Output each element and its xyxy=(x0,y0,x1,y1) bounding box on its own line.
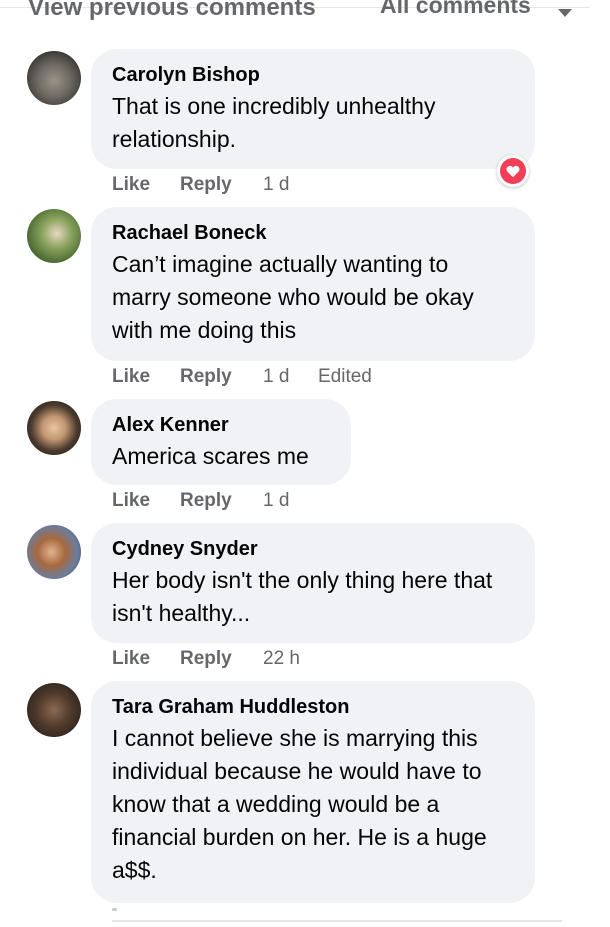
comment-text: That is one incredibly unhealthy relatio… xyxy=(112,93,436,152)
reply-button[interactable]: Reply xyxy=(180,366,232,388)
comment-text: Her body isn't the only thing here that … xyxy=(112,567,493,626)
comment-timestamp[interactable]: 1 d xyxy=(263,174,289,196)
comment-author[interactable]: Cydney Snyder xyxy=(112,537,514,561)
comment-timestamp[interactable]: 22 h xyxy=(263,648,300,670)
comment-filter-dropdown[interactable]: All comments xyxy=(380,0,531,19)
comments-header: View previous comments All comments xyxy=(0,0,610,30)
like-button[interactable]: Like xyxy=(112,174,150,196)
avatar-tara-graham-huddleston[interactable] xyxy=(27,683,81,737)
comment-text: I cannot believe she is marrying this in… xyxy=(112,725,487,883)
like-button[interactable]: Like xyxy=(112,648,150,670)
comment-bubble: Tara Graham Huddleston I cannot believe … xyxy=(91,681,535,903)
comment-bubble: Cydney Snyder Her body isn't the only th… xyxy=(91,523,535,643)
view-previous-comments-link[interactable]: View previous comments xyxy=(28,0,316,22)
avatar-rachael-boneck[interactable] xyxy=(27,209,81,263)
comment-text: America scares me xyxy=(112,443,309,469)
avatar-cydney-snyder[interactable] xyxy=(27,525,81,579)
comment-bubble: Alex Kenner America scares me xyxy=(91,399,351,485)
comment-timestamp[interactable]: 1 d xyxy=(263,490,289,512)
comment-bubble: Carolyn Bishop That is one incredibly un… xyxy=(91,49,535,169)
edited-label[interactable]: Edited xyxy=(318,366,372,388)
comment-author[interactable]: Rachael Boneck xyxy=(112,221,514,245)
like-button[interactable]: Like xyxy=(112,366,150,388)
comment-text: Can’t imagine actually wanting to marry … xyxy=(112,251,474,343)
like-button[interactable]: Like xyxy=(112,490,150,512)
avatar-carolyn-bishop[interactable] xyxy=(27,51,81,105)
reply-button[interactable]: Reply xyxy=(180,490,232,512)
reply-button[interactable]: Reply xyxy=(180,648,232,670)
comment-bubble: Rachael Boneck Can’t imagine actually wa… xyxy=(91,207,535,361)
caret-down-icon[interactable] xyxy=(558,9,572,17)
comment-timestamp[interactable]: 1 d xyxy=(263,366,289,388)
heart-icon xyxy=(500,158,526,184)
bottom-divider xyxy=(112,920,562,922)
reaction-badge[interactable] xyxy=(497,155,529,187)
comment-author[interactable]: Carolyn Bishop xyxy=(112,63,514,87)
reply-button[interactable]: Reply xyxy=(180,174,232,196)
avatar-alex-kenner[interactable] xyxy=(27,401,81,455)
comment-author[interactable]: Alex Kenner xyxy=(112,413,330,437)
comment-author[interactable]: Tara Graham Huddleston xyxy=(112,695,514,719)
scroll-indicator xyxy=(112,908,117,911)
